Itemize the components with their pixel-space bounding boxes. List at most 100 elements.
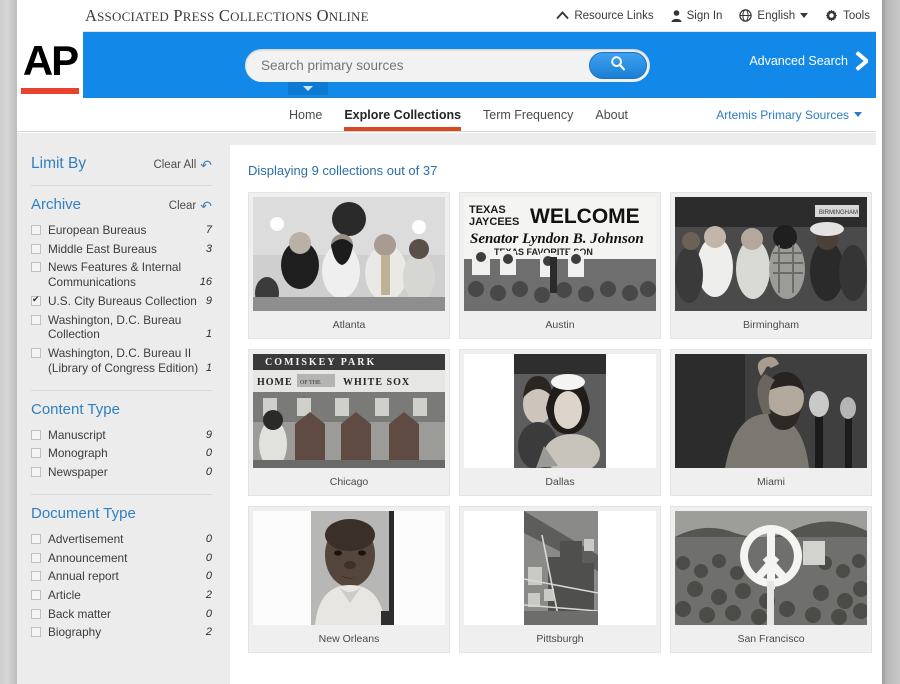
facet-option[interactable]: European Bureaus 7	[31, 221, 212, 240]
search-box[interactable]	[245, 49, 650, 82]
facet-group-archive-clear[interactable]: Clear ↶	[169, 199, 212, 213]
facet-option-count: 0	[205, 466, 212, 479]
advanced-search-link[interactable]: Advanced Search	[749, 48, 870, 74]
facet-option-label: Newspaper	[48, 465, 108, 480]
facet-option[interactable]: Announcement 0	[31, 549, 212, 568]
facet-option[interactable]: Washington, D.C. Bureau II (Library of C…	[31, 344, 212, 377]
facet-checkbox[interactable]	[31, 429, 41, 440]
facet-option-label: Back matter	[48, 606, 111, 621]
svg-text:TEXAS: TEXAS	[469, 204, 506, 216]
clear-all-label: Clear All	[153, 159, 197, 171]
facet-group-document-type-title: Document Type	[31, 504, 136, 522]
facet-group-content-type: Content Type Manuscript 9 Monograph 0 Ne…	[31, 401, 212, 482]
collection-card-label: New Orleans	[318, 632, 380, 645]
facet-option[interactable]: U.S. City Bureaus Collection 9	[31, 292, 212, 311]
search-submit-button[interactable]	[589, 52, 647, 79]
facet-option-label: Washington, D.C. Bureau Collection	[48, 312, 182, 342]
facet-checkbox[interactable]	[31, 627, 41, 638]
facet-group-archive: Archive Clear ↶ European Bureaus 7 Middl…	[31, 196, 212, 378]
facet-option[interactable]: Advertisement 0	[31, 530, 212, 549]
collection-card-birmingham[interactable]: BIRMINGHAM Birmingham	[670, 192, 872, 339]
nav-item-explore-collections[interactable]: Explore Collections	[344, 98, 461, 131]
sign-in-button[interactable]: Sign In	[671, 9, 722, 22]
collection-card-chicago[interactable]: COMISKEY PARK HOME OF THE WHITE SOX Chic…	[248, 349, 450, 496]
nav-item-about[interactable]: About	[595, 98, 628, 131]
divider	[31, 493, 212, 495]
utility-links: Resource Links Sign In English Tools	[556, 9, 870, 22]
facet-checkbox[interactable]	[31, 590, 41, 601]
collection-card-label: Miami	[757, 475, 785, 488]
facet-option-count: 7	[205, 223, 212, 236]
search-options-toggle[interactable]	[288, 82, 328, 95]
facet-option[interactable]: Monograph 0	[31, 444, 212, 463]
collection-card-pittsburgh[interactable]: Pittsburgh	[459, 506, 661, 653]
collection-card-label: Dallas	[545, 475, 575, 488]
facet-option-label: Washington, D.C. Bureau II (Library of C…	[48, 346, 199, 375]
tools-button[interactable]: Tools	[825, 9, 870, 22]
facet-checkbox[interactable]	[31, 533, 41, 544]
facet-checkbox[interactable]	[31, 294, 41, 306]
facet-checkbox[interactable]	[31, 571, 41, 582]
facet-checkbox[interactable]	[31, 608, 41, 619]
facet-checkbox[interactable]	[31, 262, 41, 273]
facet-option[interactable]: Article 2	[31, 586, 212, 605]
facet-checkbox[interactable]	[31, 314, 41, 325]
facet-option[interactable]: Middle East Bureaus 3	[31, 240, 212, 259]
collection-card-atlanta[interactable]: Atlanta	[248, 192, 450, 339]
facet-option[interactable]: Newspaper 0	[31, 463, 212, 482]
facet-option-label: European Bureaus	[48, 223, 147, 237]
facet-checkbox[interactable]	[31, 552, 41, 563]
advanced-search-label: Advanced Search	[749, 54, 848, 68]
facet-option[interactable]: Biography 2	[31, 623, 212, 642]
limit-by-title: Limit By	[31, 155, 87, 172]
nav-item-home[interactable]: Home	[289, 98, 322, 131]
facet-checkbox[interactable]	[31, 348, 41, 359]
facet-option-count: 0	[205, 607, 212, 620]
svg-text:BIRMINGHAM: BIRMINGHAM	[819, 210, 858, 216]
svg-text:WHITE SOX: WHITE SOX	[343, 377, 410, 388]
collection-card-new-orleans[interactable]: New Orleans	[248, 506, 450, 653]
language-selector[interactable]: English	[739, 9, 809, 22]
user-icon	[671, 9, 682, 22]
collection-card-label: Birmingham	[742, 318, 800, 331]
divider	[31, 185, 212, 186]
collection-card-austin[interactable]: TEXAS JAYCEES WELCOME Senator Lyndon B. …	[459, 192, 661, 339]
collection-card-label: Austin	[545, 318, 575, 331]
ap-logo[interactable]: AP	[17, 0, 83, 98]
search-input[interactable]	[245, 58, 589, 73]
facet-checkbox[interactable]	[31, 448, 41, 459]
crowd-street-photo: BIRMINGHAM	[675, 197, 867, 311]
facet-checkbox[interactable]	[31, 225, 41, 235]
facet-option[interactable]: Manuscript 9	[31, 426, 212, 445]
svg-text:COMISKEY PARK: COMISKEY PARK	[265, 357, 376, 368]
browser-scrollbar[interactable]	[882, 0, 900, 684]
facet-option[interactable]: Annual report 0	[31, 567, 212, 586]
facet-option[interactable]: Back matter 0	[31, 605, 212, 624]
nav-item-list: Home Explore Collections Term Frequency …	[289, 98, 628, 131]
comiskey-park-photo: COMISKEY PARK HOME OF THE WHITE SOX	[253, 354, 445, 468]
collection-card-dallas[interactable]: Dallas	[459, 349, 661, 496]
chevron-down-icon	[303, 86, 313, 91]
chevron-down-icon	[800, 13, 809, 18]
facet-checkbox[interactable]	[31, 467, 41, 478]
collection-card-san-francisco[interactable]: San Francisco	[670, 506, 872, 653]
facet-group-archive-title: Archive	[31, 196, 82, 213]
facet-option-count: 1	[205, 361, 212, 374]
page-root: ASSOCIATED PRESS COLLECTIONS ONLINE Reso…	[0, 0, 900, 684]
ap-logo-red-bar	[21, 88, 79, 94]
resource-links-button[interactable]: Resource Links	[556, 10, 654, 22]
clear-all-button[interactable]: Clear All ↶	[153, 158, 212, 172]
facet-group-document-type: Document Type Advertisement 0 Announceme…	[31, 505, 212, 642]
limit-by-header: Limit By Clear All ↶	[31, 155, 212, 173]
nav-item-term-frequency[interactable]: Term Frequency	[483, 98, 573, 131]
facet-option-label: Article	[48, 588, 81, 603]
facet-checkbox[interactable]	[31, 243, 41, 254]
product-switcher[interactable]: Artemis Primary Sources	[716, 108, 862, 122]
facet-option[interactable]: Washington, D.C. Bureau Collection 1	[31, 311, 212, 344]
collection-card-miami[interactable]: Miami	[670, 349, 872, 496]
facet-option-label: Annual report	[48, 569, 119, 584]
tools-label: Tools	[843, 9, 870, 22]
facet-option-count: 0	[205, 447, 212, 460]
facet-option[interactable]: News Features & Internal Communications …	[31, 258, 212, 291]
chevron-down-icon	[854, 112, 862, 117]
